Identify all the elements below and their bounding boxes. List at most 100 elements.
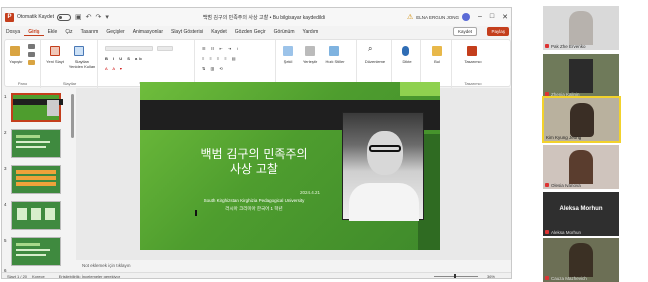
slide-date[interactable]: 2024.4.21 [176, 190, 332, 195]
ribbon-group-bul: Bul [422, 40, 452, 88]
reuse-slides-label: Slaytları Yeniden Kullan [68, 59, 96, 69]
slide-author[interactable]: 러시아 크리미아 한국어 1 학년 [176, 206, 332, 212]
notes-pane[interactable]: Not eklemek için tıklayın [76, 261, 511, 271]
ribbon-group-paragraf: ☰ ☷ ⇤ ⇥ ↕ ≡ ≡ ≡ ≡ ▤ ⇅ ▥ ⟲ Paragraf [196, 40, 276, 88]
font-color-icon[interactable]: A A ▾ [105, 66, 124, 71]
slide-thumbnail-5[interactable] [11, 237, 61, 266]
tab-ekle[interactable]: Ekle [44, 29, 62, 35]
ribbon: Yapıştır Pano Yeni Slayt Slaytları Yenid… [4, 39, 511, 88]
participant-video [569, 243, 593, 277]
mic-off-icon [545, 276, 549, 280]
document-title: 백범 김구의 민족주의 사상 고찰 • Bu bilgisayar kayded… [202, 14, 325, 21]
participant-name: Pak Zhe Ervenko [545, 44, 586, 49]
mic-off-icon [545, 183, 549, 187]
new-slide-icon[interactable] [50, 46, 60, 56]
minimize-icon[interactable]: – [478, 13, 482, 21]
slide-thumbnails-pane: 1 2 3 4 5 6 [2, 88, 70, 273]
tab-gozden-gecir[interactable]: Gözden Geçir [231, 29, 270, 35]
participant-tile[interactable]: Olesia Ivanova [543, 145, 619, 189]
participant-big-name: Aleksa Morhun [559, 206, 603, 212]
paste-icon[interactable] [10, 46, 20, 56]
accessibility-status[interactable]: Erişilebilirlik: İncelemeler gerekiyor [59, 274, 120, 278]
tab-gecisler[interactable]: Geçişler [102, 29, 128, 35]
participant-tile[interactable]: Pak Zhe Ervenko [543, 6, 619, 50]
reuse-slides-icon[interactable] [74, 46, 84, 56]
font-size-select[interactable] [157, 46, 173, 51]
cut-icon[interactable] [28, 44, 35, 49]
zoom-slider[interactable] [434, 276, 478, 277]
slide-thumbnail-2[interactable] [11, 129, 61, 158]
find-icon[interactable]: ⌕ [368, 44, 372, 54]
participant-name: Aleksa Morhun [545, 230, 581, 235]
font-format-icons[interactable]: B I U S ab [105, 56, 144, 61]
warning-icon[interactable]: ⚠ [407, 13, 413, 21]
designer-icon[interactable] [467, 46, 477, 56]
arrange-icon[interactable] [305, 46, 315, 56]
avatar[interactable] [461, 13, 470, 21]
tab-ciz[interactable]: Çiz [61, 29, 76, 35]
participant-tile[interactable]: Aleksa Morhun Aleksa Morhun [543, 192, 619, 236]
portrait-photo [342, 112, 424, 221]
undo-icon[interactable]: ↶ [86, 13, 92, 21]
zoom-level[interactable]: 36% [487, 274, 495, 278]
group-label-tasarimci: Tasarımcı [464, 81, 482, 86]
ribbon-group-pano: Yapıştır Pano [5, 40, 41, 88]
quick-access-toolbar: ▣ ↶ ↷ ▾ [75, 13, 109, 21]
ribbon-group-ses: Dikte Ses [393, 40, 421, 88]
align-icons[interactable]: ≡ ≡ ≡ ≡ ▤ [202, 56, 238, 61]
slide-accent-shape [400, 82, 440, 96]
tab-tasarim[interactable]: Tasarım [77, 29, 103, 35]
paste-label: Yapıştır [9, 59, 23, 64]
slide-thumbnail-4[interactable] [11, 201, 61, 230]
slide-number: 4 [4, 202, 7, 207]
current-slide[interactable]: 백범 김구의 민족주의 사상 고찰 2024.4.21 South Kirghi… [140, 82, 440, 250]
dictate-label: Dikte [402, 59, 412, 64]
customize-icon[interactable]: ▾ [105, 13, 109, 21]
text-direction-icons[interactable]: ⇅ ▥ ⟲ [202, 66, 225, 71]
record-button[interactable]: Kaydet [452, 27, 477, 36]
autosave-toggle[interactable] [56, 13, 71, 21]
tab-giris[interactable]: Giriş [24, 29, 44, 36]
slide-university[interactable]: South Kirghizstan Kirghizia Pedagogical … [176, 198, 332, 203]
slide-title[interactable]: 백범 김구의 민족주의 사상 고찰 [176, 147, 332, 177]
microphone-icon[interactable] [402, 46, 409, 56]
participant-name: Cauza Mazhevich [545, 276, 587, 281]
participant-video [569, 150, 593, 184]
copy-icon[interactable] [28, 52, 35, 57]
language-indicator[interactable]: Korece [32, 274, 45, 278]
slide-thumbnail-3[interactable] [11, 165, 61, 194]
quick-styles-icon[interactable] [329, 46, 339, 56]
tab-kaydet[interactable]: Kaydet [207, 29, 231, 35]
participant-tile-active[interactable]: Kim Kyung Jeong [542, 96, 621, 143]
thumbnail-scrollbar[interactable] [71, 94, 74, 138]
maximize-icon[interactable]: □ [490, 13, 494, 21]
tab-dosya[interactable]: Dosya [2, 29, 24, 35]
ribbon-group-slaytlar: Yeni Slayt Slaytları Yeniden Kullan Slay… [42, 40, 98, 88]
participant-tile[interactable]: Cauza Mazhevich [543, 238, 619, 282]
format-painter-icon[interactable] [28, 60, 35, 65]
redo-icon[interactable]: ↷ [95, 13, 101, 21]
zoom-slider-handle[interactable] [454, 274, 456, 278]
tab-yardim[interactable]: Yardım [299, 29, 323, 35]
participant-tile[interactable]: Zhenja Kalinin [543, 54, 619, 98]
share-button[interactable]: Paylaş [487, 27, 509, 36]
group-label-pano: Pano [17, 81, 28, 86]
slide-title-line-2: 사상 고찰 [230, 162, 278, 176]
quick-styles-label: Hızlı Stiller [325, 59, 345, 64]
tab-animasyonlar[interactable]: Animasyonlar [129, 29, 167, 35]
find-label: Bul [434, 59, 440, 64]
addins-icon[interactable] [432, 46, 442, 56]
slide-counter: Slayt 1 / 20 [7, 274, 28, 279]
tab-gorunum[interactable]: Görünüm [270, 29, 299, 35]
close-icon[interactable]: ✕ [502, 13, 508, 21]
ribbon-group-yazi-tipi: B I U S ab A A ▾ Yazı Tipi [99, 40, 195, 88]
slide-thumbnail-1[interactable] [11, 93, 63, 122]
list-icons[interactable]: ☰ ☷ ⇤ ⇥ ↕ [202, 46, 240, 51]
portrait-robe [349, 183, 419, 221]
font-name-select[interactable] [105, 46, 153, 51]
shapes-icon[interactable] [283, 46, 293, 56]
participant-video [569, 59, 593, 93]
user-name[interactable]: ELNA ERGUN JONG [416, 15, 459, 20]
tab-slayt-gosterisi[interactable]: Slayt Gösterisi [167, 29, 207, 35]
save-icon[interactable]: ▣ [75, 13, 82, 21]
